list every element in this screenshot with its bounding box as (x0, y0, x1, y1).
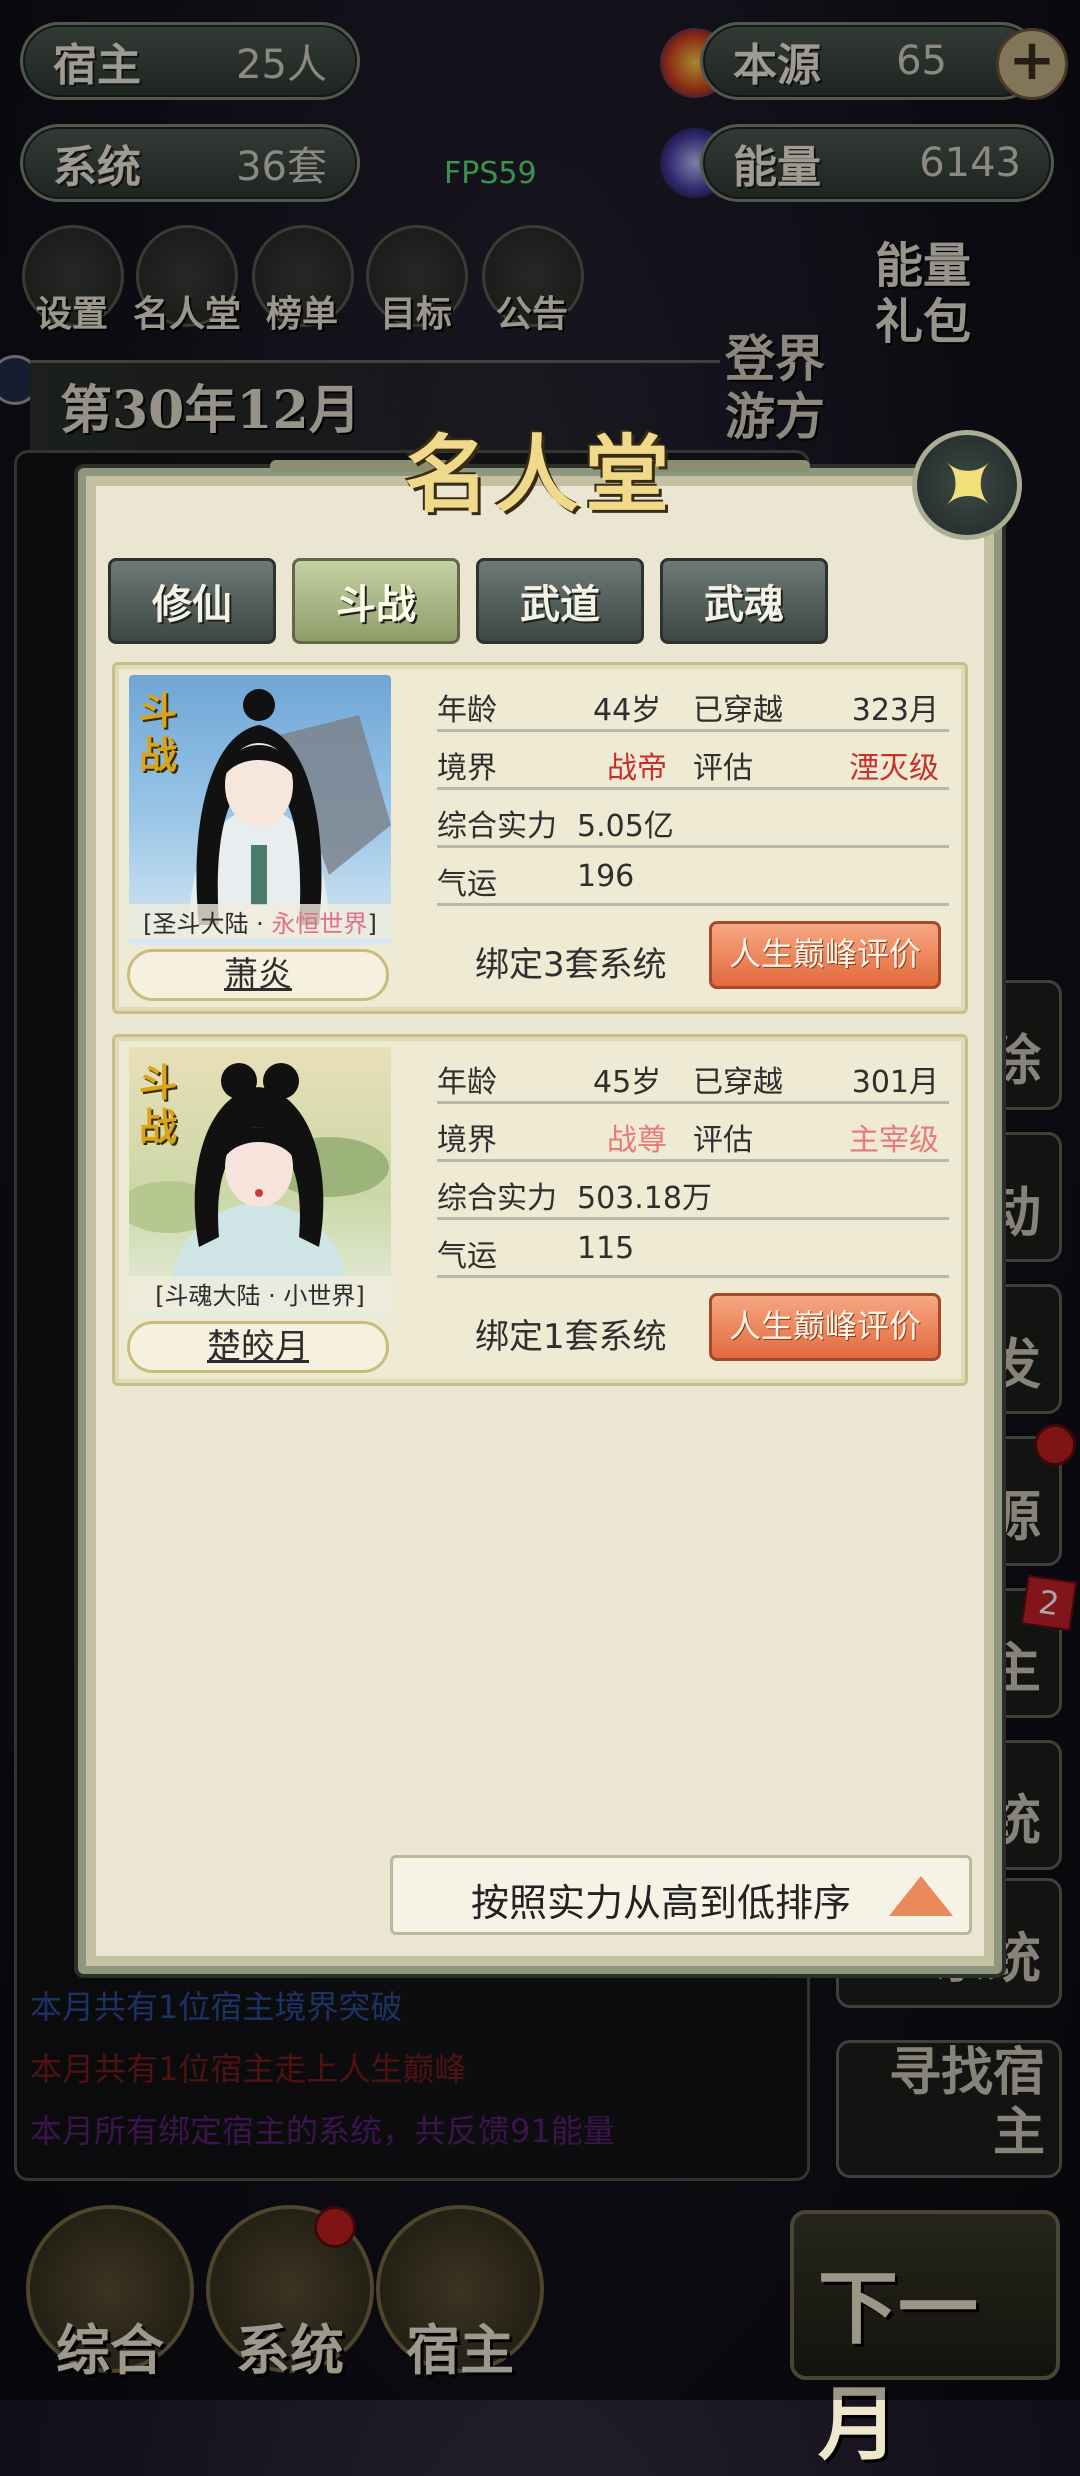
age-value: 45岁 (593, 1065, 662, 1100)
power-label: 综合实力 (437, 809, 557, 844)
power-label: 综合实力 (437, 1181, 557, 1216)
bound-systems: 绑定3套系统 (475, 945, 667, 985)
close-icon: ✦ (910, 428, 1024, 542)
hero-name[interactable]: 萧炎 (127, 949, 389, 1001)
dialog-title: 名人堂 (404, 425, 675, 524)
crossed-value: 301月 (851, 1065, 939, 1100)
dialog-title-banner: 名人堂 (270, 390, 810, 530)
close-button[interactable]: ✦ (910, 428, 1024, 542)
luck-value: 115 (577, 1231, 635, 1266)
realm-label: 境界 (437, 751, 497, 786)
luck-value: 196 (577, 859, 635, 894)
hero-portrait[interactable]: 斗战 [斗魂大陆 · 小世界] (129, 1047, 391, 1317)
tab-martial-soul[interactable]: 武魂 (660, 558, 828, 644)
luck-label: 气运 (437, 867, 497, 902)
category-tag: 斗战 (139, 1060, 178, 1149)
stat-row-age: 年龄 45岁 已穿越 301月 (437, 1051, 949, 1104)
stat-row-luck: 气运 115 (437, 1225, 949, 1278)
life-peak-review-button[interactable]: 人生巅峰评价 (709, 921, 941, 989)
world-prefix: 圣斗大陆 · (152, 910, 272, 938)
age-label: 年龄 (437, 1065, 497, 1100)
crossed-label: 已穿越 (693, 1065, 783, 1100)
stat-row-luck: 气运 196 (437, 853, 949, 906)
life-peak-review-button[interactable]: 人生巅峰评价 (709, 1293, 941, 1361)
world-label: [圣斗大陆 · 永恒世界] (129, 904, 391, 939)
stat-row-realm: 境界 战尊 评估 主宰级 (437, 1109, 949, 1162)
realm-label: 境界 (437, 1123, 497, 1158)
crossed-value: 323月 (851, 693, 939, 728)
hero-card: 斗战 [圣斗大陆 · 永恒世界] 萧炎 年龄 44岁 已穿越 323月 境界 战… (112, 662, 968, 1014)
world-highlight: 永恒世界 (271, 910, 368, 938)
tab-cultivation[interactable]: 修仙 (108, 558, 276, 644)
age-value: 44岁 (593, 693, 662, 728)
age-label: 年龄 (437, 693, 497, 728)
eval-label: 评估 (693, 751, 753, 786)
stat-row-age: 年龄 44岁 已穿越 323月 (437, 679, 949, 732)
power-value: 5.05亿 (577, 809, 674, 844)
sort-by-power-button[interactable]: 按照实力从高到低排序 (390, 1855, 972, 1935)
stat-row-realm: 境界 战帝 评估 湮灭级 (437, 737, 949, 790)
world-label: [斗魂大陆 · 小世界] (129, 1276, 391, 1311)
eval-label: 评估 (693, 1123, 753, 1158)
eval-value: 主宰级 (849, 1123, 939, 1158)
category-tag: 斗战 (139, 688, 178, 777)
luck-label: 气运 (437, 1239, 497, 1274)
hero-name[interactable]: 楚皎月 (127, 1321, 389, 1373)
tab-battle[interactable]: 斗战 (292, 558, 460, 644)
tab-martial[interactable]: 武道 (476, 558, 644, 644)
eval-value: 湮灭级 (849, 751, 939, 786)
hero-card: 斗战 [斗魂大陆 · 小世界] 楚皎月 年龄 45岁 已穿越 301月 境界 战… (112, 1034, 968, 1386)
hero-portrait[interactable]: 斗战 [圣斗大陆 · 永恒世界] (129, 675, 391, 945)
realm-value: 战帝 (607, 751, 667, 786)
stat-row-power: 综合实力 503.18万 (437, 1167, 949, 1220)
realm-value: 战尊 (607, 1123, 667, 1158)
sort-label: 按照实力从高到低排序 (471, 1881, 852, 1925)
sort-ascending-icon (889, 1876, 953, 1916)
bound-systems: 绑定1套系统 (475, 1317, 667, 1357)
power-value: 503.18万 (577, 1181, 712, 1216)
crossed-label: 已穿越 (693, 693, 783, 728)
stat-row-power: 综合实力 5.05亿 (437, 795, 949, 848)
